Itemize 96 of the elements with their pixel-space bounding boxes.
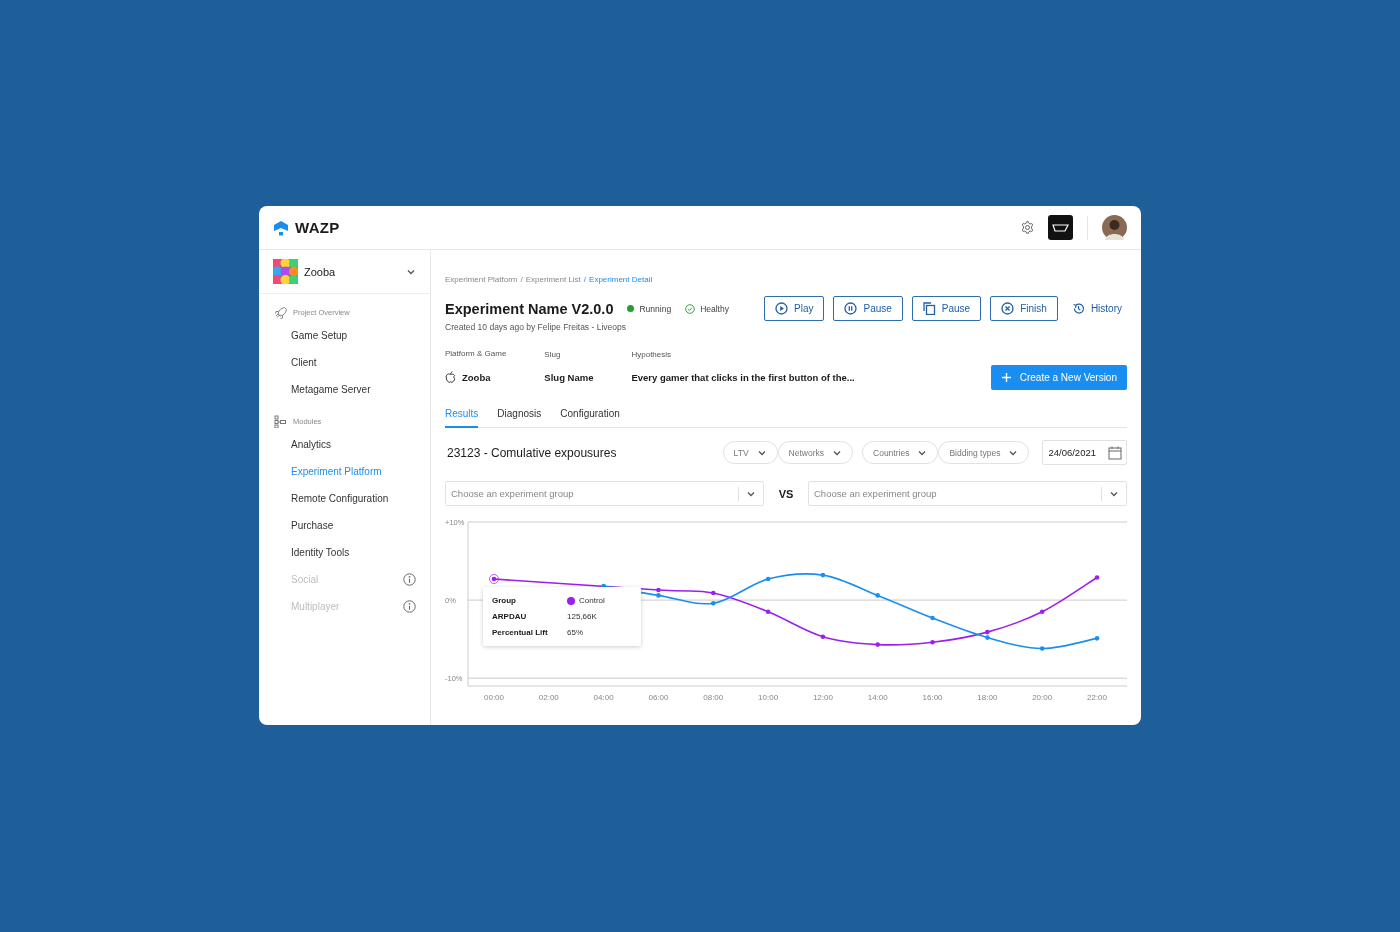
data-point[interactable] bbox=[765, 576, 771, 582]
field-label: Platform & Game bbox=[445, 349, 507, 358]
data-point[interactable] bbox=[765, 609, 771, 615]
data-point[interactable] bbox=[1039, 609, 1045, 615]
tab[interactable]: Results bbox=[445, 408, 479, 428]
tooltip-value: Control bbox=[579, 596, 605, 605]
data-point[interactable] bbox=[1039, 646, 1045, 651]
group-select[interactable]: Choose an experiment group bbox=[808, 481, 1127, 506]
tooltip-value: 65% bbox=[567, 628, 583, 637]
vs-label: VS bbox=[777, 487, 795, 500]
data-point[interactable] bbox=[985, 629, 990, 635]
user-avatar[interactable] bbox=[1102, 215, 1127, 240]
axis-label: 00:00 bbox=[484, 693, 504, 702]
tooltip-label: Percentual Lift bbox=[492, 628, 549, 637]
rocket-icon bbox=[274, 306, 287, 319]
check-circle-icon bbox=[685, 303, 696, 314]
apple-icon bbox=[445, 371, 456, 383]
data-point[interactable] bbox=[1094, 575, 1100, 580]
axis-label: 10:00 bbox=[758, 693, 779, 702]
brand-badge[interactable] bbox=[1048, 215, 1073, 240]
highlight-ring bbox=[489, 574, 499, 584]
axis-label: 14:00 bbox=[867, 693, 888, 702]
tab[interactable]: Configuration bbox=[560, 408, 620, 428]
status-label: Running bbox=[639, 303, 672, 314]
app-logo: WAZP bbox=[295, 219, 340, 236]
action-button[interactable]: Pause bbox=[911, 296, 982, 321]
axis-label: 04:00 bbox=[593, 693, 614, 702]
field-value: Zooba bbox=[462, 371, 491, 383]
axis-label: 06:00 bbox=[648, 693, 669, 702]
sidebar-item[interactable]: Experiment Platform bbox=[259, 458, 430, 485]
field-label: Hypothesis bbox=[631, 350, 673, 359]
axis-label: 18:00 bbox=[977, 693, 998, 702]
data-point[interactable] bbox=[1094, 636, 1100, 641]
axis-label: 02:00 bbox=[538, 693, 559, 702]
tab[interactable]: Diagnosis bbox=[497, 408, 542, 428]
pause-icon bbox=[844, 302, 858, 315]
section-title: 23123 - Comulative expousures bbox=[447, 445, 617, 460]
sidebar-item[interactable]: Game Setup bbox=[259, 322, 430, 349]
breadcrumb-separator: / bbox=[583, 275, 587, 284]
data-point[interactable] bbox=[491, 576, 497, 582]
logo-icon bbox=[273, 219, 289, 236]
sidebar-item[interactable]: Client bbox=[259, 349, 430, 376]
status-dot bbox=[627, 305, 635, 312]
group-select[interactable]: Choose an experiment group bbox=[445, 481, 764, 506]
breadcrumb-link[interactable]: Experiment Detail bbox=[589, 275, 653, 284]
axis-label: 16:00 bbox=[922, 693, 943, 702]
plus-icon bbox=[1000, 372, 1012, 383]
data-point[interactable] bbox=[930, 615, 935, 621]
axis-label: 12:00 bbox=[812, 693, 833, 702]
axis-label: 22:00 bbox=[1087, 693, 1107, 702]
data-point[interactable] bbox=[710, 590, 716, 596]
tooltip-value: 125,66K bbox=[567, 612, 597, 621]
data-point[interactable] bbox=[985, 635, 990, 640]
experiment-subtitle: Created 10 days ago by Felipe Freitas - Liveops bbox=[445, 322, 627, 332]
sidebar-item[interactable]: Purchase bbox=[259, 512, 430, 539]
field-label: Slug bbox=[544, 350, 562, 359]
experiment-title: Experiment Name V2.0.0 bbox=[445, 300, 614, 317]
copy-icon bbox=[922, 302, 936, 315]
breadcrumb-link[interactable]: Experiment Platform bbox=[445, 275, 518, 284]
sidebar-item[interactable]: Remote Configuration bbox=[259, 485, 430, 512]
field-value: Slug Name bbox=[544, 372, 594, 383]
filter-dropdown[interactable]: Countries bbox=[862, 441, 939, 464]
data-point[interactable] bbox=[820, 572, 826, 578]
axis-label: 08:00 bbox=[703, 693, 724, 702]
sidebar-item[interactable]: Identity Tools bbox=[259, 539, 430, 566]
action-button[interactable]: Pause bbox=[833, 296, 903, 321]
data-point[interactable] bbox=[710, 600, 716, 606]
data-point[interactable] bbox=[656, 587, 661, 593]
data-point[interactable] bbox=[875, 642, 881, 647]
data-point[interactable] bbox=[930, 639, 935, 645]
filter-dropdown[interactable]: Networks bbox=[777, 441, 853, 464]
sidebar-item[interactable]: Metagame Server bbox=[259, 376, 430, 403]
sidebar-item[interactable]: Analytics bbox=[259, 431, 430, 458]
emblem-icon bbox=[1052, 223, 1069, 232]
data-point[interactable] bbox=[820, 634, 826, 640]
play-icon bbox=[775, 302, 788, 315]
calendar-icon bbox=[1108, 445, 1122, 460]
status-label: Healthy bbox=[700, 303, 729, 314]
action-button[interactable]: Play bbox=[764, 296, 825, 321]
breadcrumb-link[interactable]: Experiment List bbox=[525, 275, 581, 284]
data-point[interactable] bbox=[656, 593, 661, 598]
breadcrumb-separator: / bbox=[520, 275, 523, 284]
settings-icon[interactable] bbox=[1021, 221, 1034, 234]
project-selector[interactable]: Zooba bbox=[259, 250, 430, 294]
action-button[interactable]: Finish bbox=[990, 296, 1058, 321]
history-icon bbox=[1071, 302, 1085, 315]
tooltip-label: ARPDAU bbox=[492, 612, 528, 621]
tooltip-label: Group bbox=[492, 596, 517, 605]
field-value: Every gamer that clicks in the first button of the... bbox=[631, 372, 855, 383]
axis-label: 20:00 bbox=[1032, 693, 1053, 702]
filter-dropdown[interactable]: Bidding types bbox=[938, 441, 1030, 464]
hierarchy-icon bbox=[274, 415, 287, 428]
data-point[interactable] bbox=[875, 593, 881, 598]
close-circle-icon bbox=[1001, 302, 1015, 315]
date-field[interactable]: 24/06/2021 bbox=[1042, 440, 1127, 465]
filter-dropdown[interactable]: LTV bbox=[722, 441, 778, 464]
